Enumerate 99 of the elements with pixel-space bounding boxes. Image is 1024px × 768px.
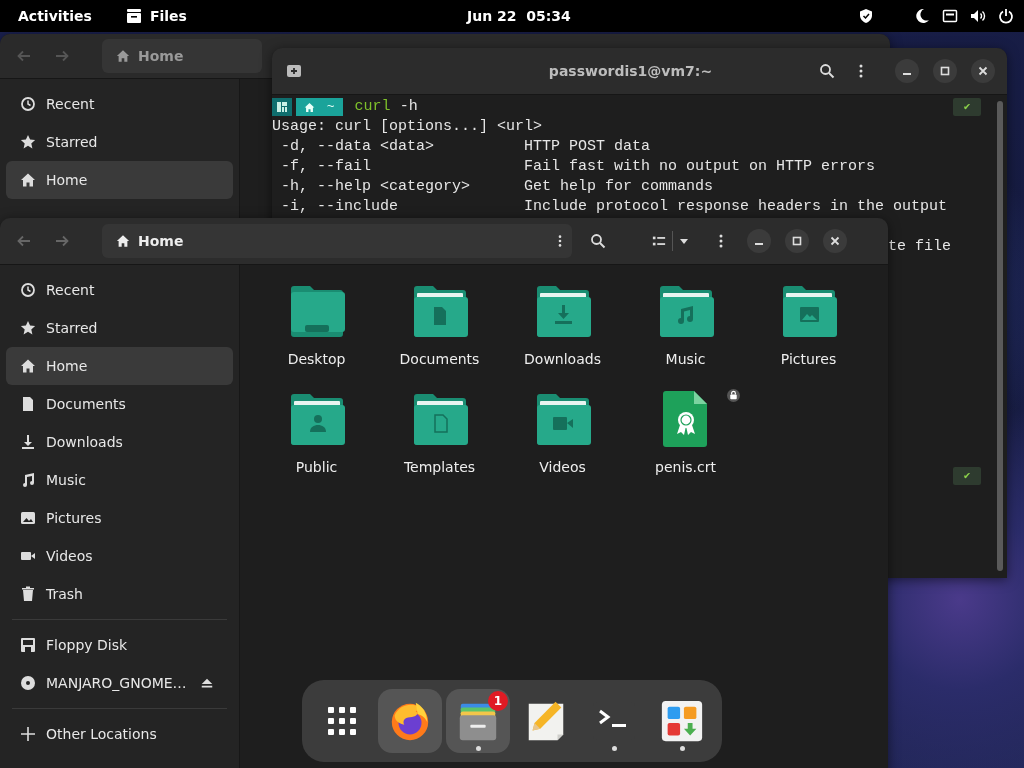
search-icon[interactable] bbox=[819, 63, 835, 79]
clock-icon bbox=[20, 96, 36, 112]
app-store-icon bbox=[659, 698, 705, 744]
file-item[interactable]: Desktop bbox=[255, 275, 378, 383]
download-icon bbox=[20, 434, 36, 450]
folder-icon bbox=[657, 285, 714, 337]
volume-icon[interactable] bbox=[970, 8, 986, 24]
sidebar-item[interactable]: Starred bbox=[6, 309, 233, 347]
back-button[interactable] bbox=[16, 233, 32, 249]
home-icon bbox=[116, 234, 130, 248]
sidebar-item[interactable]: Music bbox=[6, 461, 233, 499]
eject-icon[interactable] bbox=[200, 676, 214, 690]
maximize-button[interactable] bbox=[785, 229, 809, 253]
file-cabinet-icon bbox=[125, 8, 142, 24]
file-item[interactable]: penis.crt bbox=[624, 383, 747, 491]
sidebar-item[interactable]: Starred bbox=[6, 123, 233, 161]
sidebar-item[interactable]: MANJARO_GNOME… bbox=[6, 664, 233, 702]
moon-icon[interactable] bbox=[914, 8, 930, 24]
search-icon[interactable] bbox=[590, 233, 606, 249]
dock-item[interactable]: 1 bbox=[446, 689, 510, 753]
file-item[interactable]: Music bbox=[624, 275, 747, 383]
distro-logo-icon bbox=[272, 98, 292, 116]
file-item[interactable]: Videos bbox=[501, 383, 624, 491]
sidebar-item[interactable]: Other Locations bbox=[6, 715, 233, 753]
sidebar-item[interactable]: Downloads bbox=[6, 423, 233, 461]
folder-icon bbox=[411, 393, 468, 445]
home-icon bbox=[116, 49, 130, 63]
forward-button[interactable] bbox=[54, 233, 70, 249]
file-item[interactable]: Templates bbox=[378, 383, 501, 491]
power-icon[interactable] bbox=[998, 8, 1014, 24]
star-icon bbox=[20, 320, 36, 336]
sidebar-item[interactable]: Trash bbox=[6, 575, 233, 613]
caret-icon bbox=[679, 236, 689, 246]
clock[interactable]: Jun 22 05:34 bbox=[467, 8, 571, 24]
sidebar-item[interactable]: Home bbox=[6, 161, 233, 199]
file-item[interactable]: Documents bbox=[378, 275, 501, 383]
sidebar-item[interactable]: Home bbox=[6, 347, 233, 385]
home-icon bbox=[20, 358, 36, 374]
sidebar-item[interactable]: Pictures bbox=[6, 499, 233, 537]
file-item[interactable]: Public bbox=[255, 383, 378, 491]
sidebar-item[interactable]: Documents bbox=[6, 385, 233, 423]
command-text: curl -h bbox=[354, 97, 418, 117]
scrollbar[interactable] bbox=[997, 101, 1003, 571]
home-icon bbox=[20, 172, 36, 188]
file-item[interactable]: Downloads bbox=[501, 275, 624, 383]
path-bar[interactable]: Home bbox=[102, 39, 262, 73]
terminal-output-line: Usage: curl [options...] <url> bbox=[272, 117, 544, 137]
clock-icon bbox=[20, 282, 36, 298]
sidebar-item[interactable]: Videos bbox=[6, 537, 233, 575]
notification-badge: 1 bbox=[488, 691, 508, 711]
minimize-button[interactable] bbox=[895, 59, 919, 83]
close-icon bbox=[978, 66, 988, 76]
dock-item[interactable] bbox=[378, 689, 442, 753]
document-icon bbox=[20, 396, 36, 412]
app-grid-icon bbox=[326, 705, 358, 737]
sidebar-item[interactable]: Floppy Disk bbox=[6, 626, 233, 664]
minimize-icon bbox=[903, 73, 911, 75]
file-item[interactable]: Pictures bbox=[747, 275, 870, 383]
prompt-directory: ~ bbox=[296, 98, 343, 116]
app-menu[interactable]: Files bbox=[125, 8, 187, 24]
folder-icon bbox=[288, 393, 345, 445]
path-bar[interactable]: Home bbox=[102, 224, 572, 258]
list-view-icon bbox=[652, 234, 666, 248]
status-check-icon: ✔ bbox=[953, 467, 981, 485]
menu-icon bbox=[558, 234, 562, 248]
close-button[interactable] bbox=[971, 59, 995, 83]
star-icon bbox=[20, 134, 36, 150]
terminal-output-line: -f, --fail Fail fast with no output on HTTP errors bbox=[280, 157, 877, 177]
maximize-button[interactable] bbox=[933, 59, 957, 83]
home-icon bbox=[304, 101, 315, 113]
sidebar-item[interactable]: Recent bbox=[6, 271, 233, 309]
terminal-output-line: -h, --help <category> Get help for commands bbox=[280, 177, 715, 197]
desktop-folder-icon bbox=[288, 285, 345, 337]
sidebar-item[interactable]: Recent bbox=[6, 85, 233, 123]
maximize-icon bbox=[940, 66, 950, 76]
minimize-icon bbox=[755, 243, 763, 245]
terminal-output-line: te file bbox=[888, 237, 951, 257]
music-note-icon bbox=[20, 472, 36, 488]
folder-icon bbox=[780, 285, 837, 337]
folder-icon bbox=[534, 393, 591, 445]
folder-icon bbox=[534, 285, 591, 337]
image-icon bbox=[20, 510, 36, 526]
window-title: passwordis1@vm7:~ bbox=[547, 63, 714, 79]
disc-icon bbox=[20, 675, 36, 691]
minimize-button[interactable] bbox=[747, 229, 771, 253]
certificate-file-icon bbox=[662, 391, 709, 447]
plus-icon bbox=[20, 726, 36, 742]
folder-icon bbox=[411, 285, 468, 337]
activities-button[interactable]: Activities bbox=[18, 8, 92, 24]
trash-icon bbox=[20, 586, 36, 602]
status-check-icon: ✔ bbox=[953, 98, 981, 116]
network-icon[interactable] bbox=[942, 8, 958, 24]
terminal-output-line: -i, --include Include protocol response headers in the output bbox=[280, 197, 949, 217]
close-button[interactable] bbox=[823, 229, 847, 253]
shield-icon[interactable] bbox=[858, 8, 874, 24]
close-icon bbox=[830, 236, 840, 246]
new-tab-icon[interactable] bbox=[286, 63, 302, 79]
maximize-icon bbox=[792, 236, 802, 246]
terminal-output-line: -d, --data <data> HTTP POST data bbox=[280, 137, 652, 157]
